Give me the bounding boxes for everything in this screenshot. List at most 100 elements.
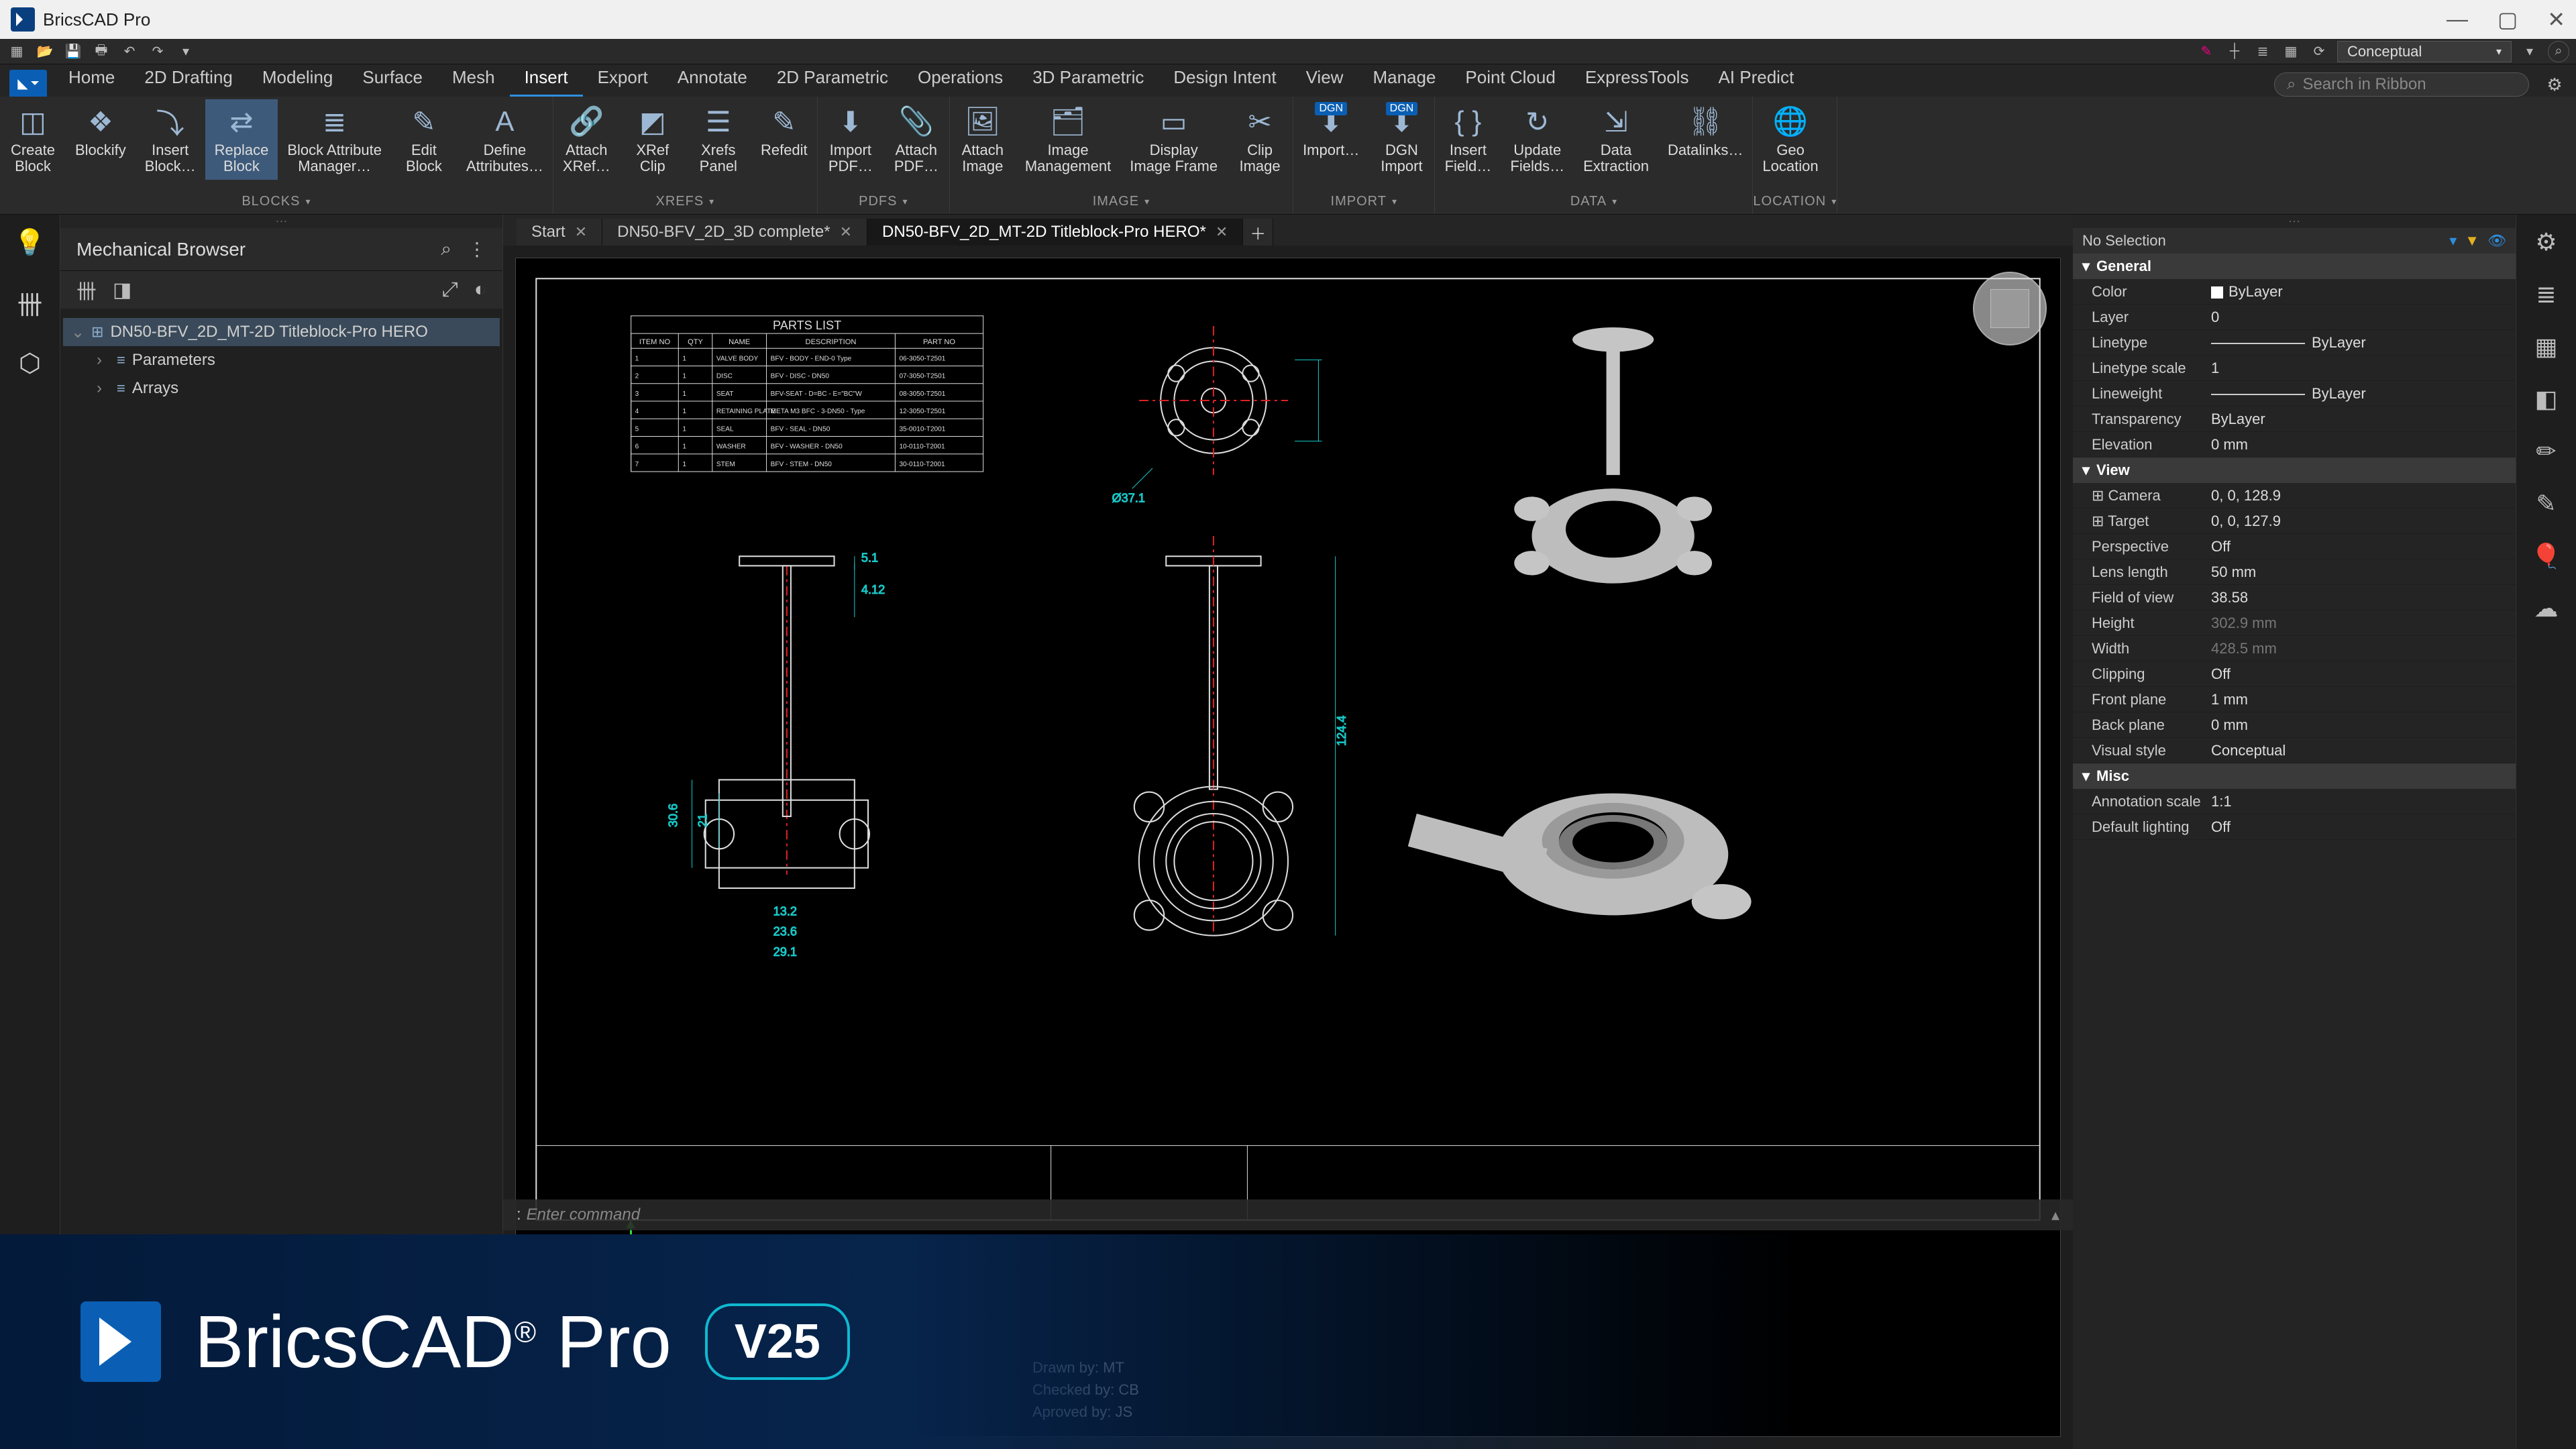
property-row[interactable]: PerspectiveOff	[2073, 534, 2516, 559]
property-row[interactable]: Elevation0 mm	[2073, 432, 2516, 458]
viewport[interactable]: PARTS LIST ITEM NOQTYNAMEDESCRIPTIONPART…	[515, 258, 2061, 1437]
property-row[interactable]: Visual styleConceptual	[2073, 738, 2516, 763]
ribbon-button[interactable]: ☰Xrefs Panel	[686, 99, 751, 180]
selection-combo[interactable]: No Selection ▾ ▼ 👁	[2073, 228, 2516, 254]
app-menu-button[interactable]: ◣	[9, 70, 47, 97]
property-row[interactable]: ClippingOff	[2073, 661, 2516, 687]
pencil-icon[interactable]: ✎	[2536, 490, 2556, 518]
property-row[interactable]: LineweightByLayer	[2073, 381, 2516, 407]
ribbon-tab-3d-parametric[interactable]: 3D Parametric	[1018, 60, 1159, 97]
property-group-header[interactable]: ▾Misc	[2073, 763, 2516, 789]
layers-icon[interactable]: ≣	[2536, 280, 2556, 309]
ribbon-button[interactable]: ⇄Replace Block	[205, 99, 278, 180]
qat-open-icon[interactable]: 📂	[35, 42, 55, 62]
property-row[interactable]: Lens length50 mm	[2073, 559, 2516, 585]
qat-undo-icon[interactable]: ↶	[119, 42, 140, 62]
ribbon-button[interactable]: ◫Create Block	[0, 99, 66, 180]
property-row[interactable]: ⊞ Camera0, 0, 128.9	[2073, 483, 2516, 508]
qat-print-icon[interactable]: 🖶	[91, 42, 111, 62]
ribbon-button[interactable]: DGN⬇DGN Import	[1368, 99, 1434, 180]
ribbon-button[interactable]: 🖼Attach Image	[950, 99, 1016, 180]
ribbon-button[interactable]: ⤵Insert Block…	[136, 99, 205, 180]
property-row[interactable]: Layer0	[2073, 305, 2516, 330]
ribbon-button[interactable]: ✂Clip Image	[1227, 99, 1293, 180]
eye-icon[interactable]: 👁	[2487, 232, 2506, 250]
filter-icon[interactable]: ◨	[113, 278, 131, 302]
property-row[interactable]: ⊞ Target0, 0, 127.9	[2073, 508, 2516, 534]
draw-icon[interactable]: ✏	[2536, 437, 2556, 466]
palette-icon[interactable]: ◧	[2534, 385, 2557, 413]
panel-grip-icon[interactable]: ⋯	[60, 215, 502, 228]
maximize-button[interactable]: ▢	[2498, 7, 2518, 32]
command-line[interactable]: : Enter command ▴	[503, 1199, 2073, 1230]
qat-layers-icon[interactable]: ≣	[2253, 42, 2273, 62]
contrast-icon[interactable]: ◐	[474, 278, 486, 301]
grid-icon[interactable]: ▦	[2534, 333, 2557, 361]
ribbon-button[interactable]: ADefine Attributes…	[457, 99, 553, 180]
property-row[interactable]: Back plane0 mm	[2073, 712, 2516, 738]
panel-search-icon[interactable]: ⌕	[441, 238, 451, 260]
property-row[interactable]: Field of view38.58	[2073, 585, 2516, 610]
ribbon-tab-ai-predict[interactable]: AI Predict	[1703, 60, 1809, 97]
qat-more-icon[interactable]: ▾	[176, 42, 196, 62]
tree-item-arrays[interactable]: › ≡ Arrays	[63, 374, 500, 402]
qat-refresh-icon[interactable]: ⟳	[2309, 42, 2329, 62]
ribbon-tab-design-intent[interactable]: Design Intent	[1159, 60, 1291, 97]
ribbon-tab-mesh[interactable]: Mesh	[437, 60, 510, 97]
visual-style-combo[interactable]: Conceptual ▾	[2337, 41, 2512, 62]
cloud-icon[interactable]: ☁	[2534, 594, 2559, 623]
component-prop-row[interactable]: NameDN50-BFV_2D_MT-2D Titlel	[60, 1348, 502, 1382]
ribbon-button[interactable]: ✎Edit Block	[391, 99, 457, 180]
qat-pencil-icon[interactable]: ✎	[2196, 42, 2216, 62]
ribbon-button[interactable]: 📎Attach PDF…	[883, 99, 949, 180]
panel-grip-icon[interactable]: ⋯	[2073, 215, 2516, 228]
property-row[interactable]: TransparencyByLayer	[2073, 407, 2516, 432]
ribbon-button[interactable]: ⇲Data Extraction	[1574, 99, 1658, 180]
structure-icon[interactable]: 卌	[17, 284, 42, 321]
qat-search-icon[interactable]: ⌕	[2548, 41, 2569, 62]
ribbon-button[interactable]: DGN⬇Import…	[1293, 99, 1368, 164]
qat-save-icon[interactable]: 💾	[63, 42, 83, 62]
ribbon-tab-export[interactable]: Export	[583, 60, 663, 97]
ribbon-tab-expresstools[interactable]: ExpressTools	[1570, 60, 1704, 97]
lightbulb-icon[interactable]: 💡	[14, 228, 46, 258]
ribbon-tab-operations[interactable]: Operations	[903, 60, 1018, 97]
ribbon-button[interactable]: ⛓Datalinks…	[1658, 99, 1752, 164]
ribbon-tab-insert[interactable]: Insert	[510, 60, 583, 97]
document-tab[interactable]: DN50-BFV_2D_MT-2D Titleblock-Pro HERO*✕	[867, 219, 1243, 246]
ribbon-tab-view[interactable]: View	[1291, 60, 1358, 97]
ribbon-button[interactable]: { }Insert Field…	[1435, 99, 1501, 180]
component-header[interactable]: ⌄ Component	[60, 1318, 502, 1348]
component-prop-row[interactable]: FileC:\Users\TOOM\OneDrive	[60, 1415, 502, 1449]
property-row[interactable]: Linetype scale1	[2073, 356, 2516, 381]
ribbon-search[interactable]: ⌕ Search in Ribbon	[2274, 72, 2529, 97]
property-row[interactable]: Front plane1 mm	[2073, 687, 2516, 712]
property-row[interactable]: ColorByLayer	[2073, 279, 2516, 305]
property-row[interactable]: Annotation scale1:1	[2073, 789, 2516, 814]
cube-icon[interactable]: ⬡	[19, 348, 41, 378]
ribbon-button[interactable]: 🗂Image Management	[1016, 99, 1120, 180]
ribbon-tab-modeling[interactable]: Modeling	[248, 60, 348, 97]
ribbon-tab-home[interactable]: Home	[54, 60, 129, 97]
balloon-icon[interactable]: 🎈	[2531, 542, 2561, 570]
property-row[interactable]: Width428.5 mm	[2073, 636, 2516, 661]
panel-menu-icon[interactable]: ⋮	[468, 238, 486, 260]
ribbon-button[interactable]: ✎Refedit	[751, 99, 817, 164]
ribbon-tab-point-cloud[interactable]: Point Cloud	[1450, 60, 1570, 97]
expand-icon[interactable]: ⤢	[442, 278, 458, 301]
ribbon-button[interactable]: ❖Blockify	[66, 99, 136, 164]
close-icon[interactable]: ✕	[575, 223, 587, 241]
qat-new-icon[interactable]: ▦	[7, 42, 27, 62]
tree-root[interactable]: ⌄ ⊞ DN50-BFV_2D_MT-2D Titleblock-Pro HER…	[63, 318, 500, 346]
ribbon-button[interactable]: ◩XRef Clip	[620, 99, 686, 180]
new-tab-button[interactable]: ＋	[1243, 219, 1273, 246]
close-icon[interactable]: ✕	[840, 223, 852, 241]
tree-item-parameters[interactable]: › ≡ Parameters	[63, 346, 500, 374]
qat-grid-icon[interactable]: ▦	[2281, 42, 2301, 62]
qat-dropdown-icon[interactable]: ▾	[2520, 42, 2540, 62]
document-tab[interactable]: DN50-BFV_2D_3D complete*✕	[602, 219, 867, 246]
property-group-header[interactable]: ▾General	[2073, 254, 2516, 279]
sliders-icon[interactable]: ⚙	[2535, 228, 2557, 256]
ribbon-settings-icon[interactable]: ⚙	[2542, 72, 2567, 97]
component-prop-row[interactable]: Description	[60, 1382, 502, 1415]
